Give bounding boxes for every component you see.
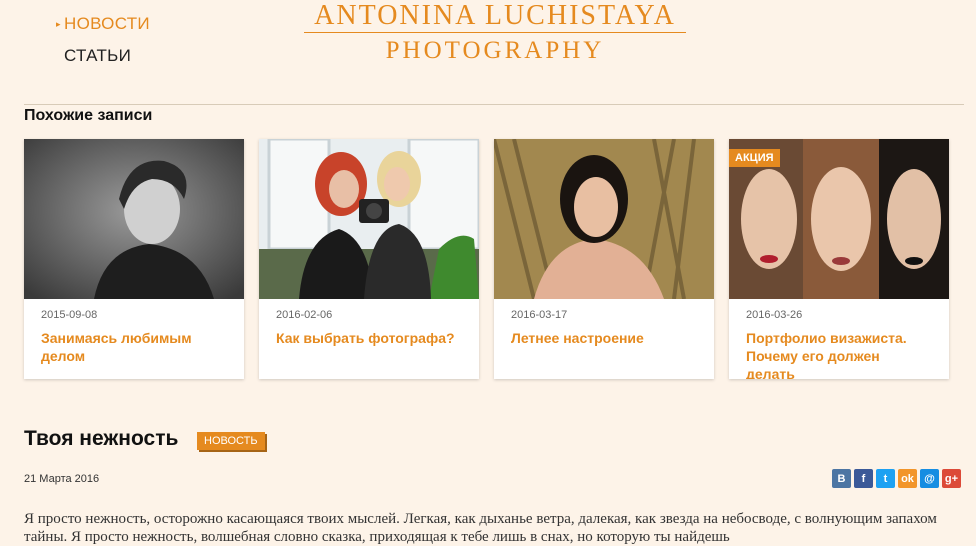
- main-nav: ▸ НОВОСТИ СТАТЬИ: [56, 8, 150, 72]
- related-posts-list: 2015-09-08 Занимаясь любимым делом 2016-…: [24, 139, 949, 379]
- post-thumbnail-image[interactable]: [259, 139, 479, 299]
- post-title: Твоя нежность: [24, 427, 179, 450]
- nav-item-articles-label: СТАТЬИ: [64, 46, 132, 65]
- caret-right-icon: ▸: [56, 18, 61, 29]
- related-post-card[interactable]: 2016-02-06 Как выбрать фотографа?: [259, 139, 479, 379]
- logo-tagline: PHOTOGRAPHY: [385, 37, 605, 64]
- post-thumbnail-image[interactable]: [24, 139, 244, 299]
- facebook-share-icon[interactable]: f: [854, 469, 873, 488]
- post-thumbnail-image[interactable]: [494, 139, 714, 299]
- post-date: 2015-09-08: [41, 309, 98, 321]
- post-date: 2016-03-17: [511, 309, 568, 321]
- google-plus-share-icon[interactable]: g+: [942, 469, 961, 488]
- email-share-icon[interactable]: @: [920, 469, 939, 488]
- post-date: 21 Марта 2016: [24, 473, 100, 485]
- twitter-share-icon[interactable]: t: [876, 469, 895, 488]
- promo-badge: АКЦИЯ: [729, 149, 780, 167]
- vk-share-icon[interactable]: В: [832, 469, 851, 488]
- odnoklassniki-share-icon[interactable]: ok: [898, 469, 917, 488]
- nav-item-articles[interactable]: СТАТЬИ: [56, 40, 150, 72]
- related-post-card[interactable]: АКЦИЯ 2016-03-26 Портфолио визажиста. По…: [729, 139, 949, 379]
- related-post-card[interactable]: 2016-03-17 Летнее настроение: [494, 139, 714, 379]
- post-title-link[interactable]: Летнее настроение: [494, 321, 714, 347]
- nav-item-news-label: НОВОСТИ: [64, 14, 150, 33]
- nav-item-news[interactable]: ▸ НОВОСТИ: [56, 8, 150, 40]
- logo-name: ANTONINA LUCHISTAYA: [314, 0, 676, 31]
- share-buttons: В f t ok @ g+: [832, 469, 961, 488]
- header-divider: [24, 104, 964, 105]
- post-body: Я просто нежность, осторожно касающаяся …: [24, 511, 937, 545]
- post-title-link[interactable]: Занимаясь любимым делом: [24, 321, 244, 365]
- site-logo[interactable]: ANTONINA LUCHISTAYA PHOTOGRAPHY: [300, 0, 690, 69]
- related-posts-heading: Похожие записи: [24, 107, 153, 124]
- category-tag[interactable]: НОВОСТЬ: [197, 432, 265, 450]
- post-date: 2016-03-26: [746, 309, 803, 321]
- post-date: 2016-02-06: [276, 309, 333, 321]
- related-post-card[interactable]: 2015-09-08 Занимаясь любимым делом: [24, 139, 244, 379]
- post-title-link[interactable]: Как выбрать фотографа?: [259, 321, 479, 347]
- post-title-link[interactable]: Портфолио визажиста. Почему его должен д…: [729, 321, 949, 379]
